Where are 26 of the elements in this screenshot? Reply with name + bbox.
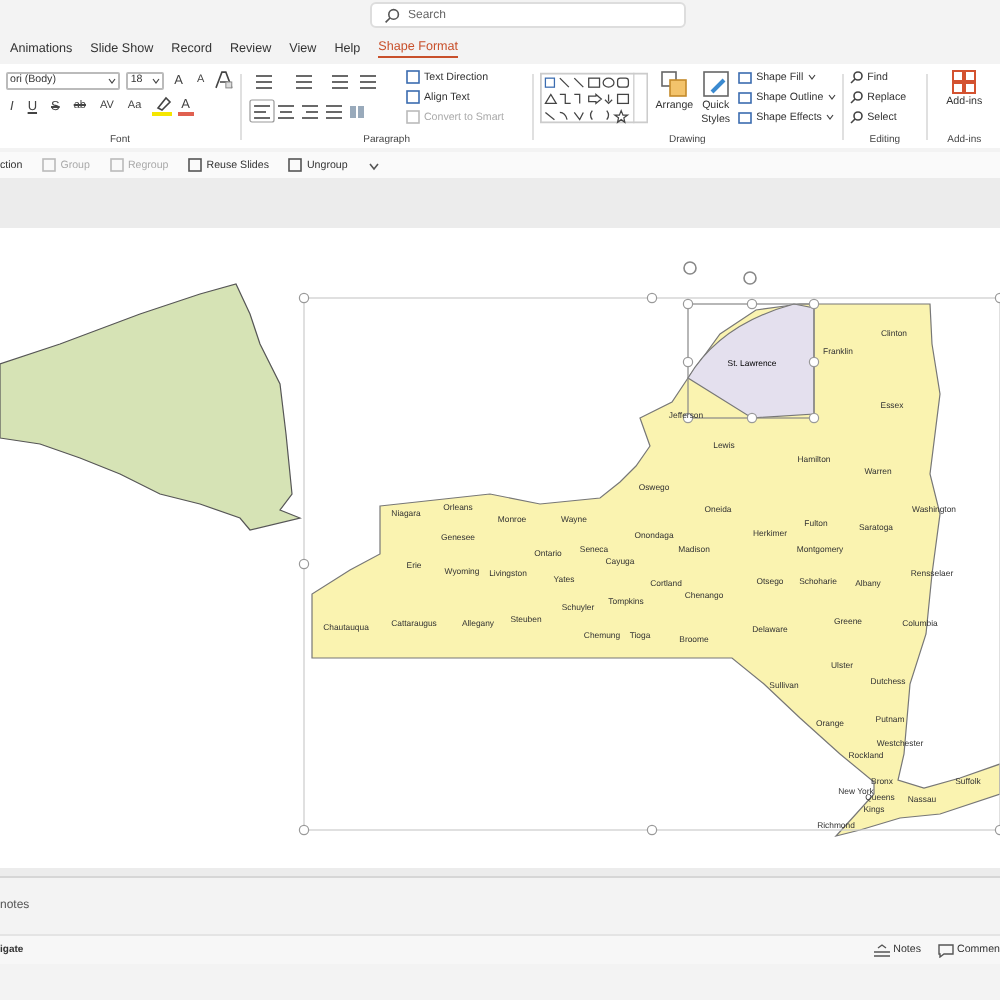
arrange-icon [660,70,689,98]
caret-icon[interactable] [367,159,380,171]
shapes-gallery[interactable] [539,70,648,126]
notes-icon [873,943,890,957]
caret-icon [108,77,117,83]
search-icon [849,90,864,104]
caret-icon [827,94,836,100]
text-box-icon [405,110,420,124]
group-icon [42,158,57,172]
comment-icon [937,943,953,957]
caret-icon [152,77,161,83]
group-icon [288,158,303,172]
grid-icon [952,70,977,94]
highlighter-icon[interactable] [151,96,172,116]
brush-icon [701,70,730,98]
clear-formatting-icon[interactable] [214,70,235,90]
rotate-handle-icon[interactable] [683,261,757,285]
caret-icon [825,114,834,120]
text-box-icon [405,90,420,104]
search-icon [849,70,864,84]
group-icon [109,158,124,172]
search-icon [384,7,400,23]
search-icon [849,110,864,124]
group-icon [188,158,203,172]
caret-icon [807,74,816,80]
text-box-icon [405,70,420,84]
